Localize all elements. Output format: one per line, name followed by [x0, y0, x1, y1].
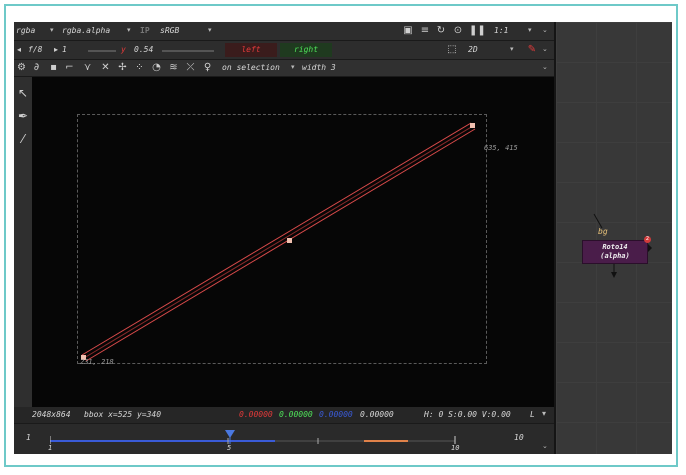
viewer-tool-column: ↖ ✒ ⁄	[14, 77, 32, 407]
fstop-value[interactable]: f/8	[28, 45, 42, 55]
view-mode-dropdown[interactable]: 2D	[468, 45, 478, 55]
chevron-down-icon[interactable]: ▾	[291, 63, 295, 71]
roto14-node[interactable]: Roto14 (alpha)	[582, 240, 648, 264]
pixel-hsv-value: H: 0 S:0.00 V:0.00	[424, 410, 511, 419]
collapse-icon[interactable]: ⌄	[542, 63, 548, 71]
zoom-dropdown[interactable]: 1:1	[494, 26, 508, 36]
visibility-icon[interactable]: ◔	[151, 62, 162, 74]
plus-point-icon[interactable]: ✢	[117, 62, 128, 74]
viewer-toolbar-second: ◂ f/8 ▸ 1 y 0.54 left right ⬚ 2D ▾ ✎ ⌄	[14, 41, 554, 60]
collapse-icon[interactable]: ▾	[542, 409, 546, 418]
chevron-down-icon[interactable]: ▾	[208, 26, 212, 34]
collapse-icon[interactable]: ⌄	[542, 442, 548, 450]
pin-icon[interactable]: ♀	[202, 62, 213, 74]
node-subtitle: (alpha)	[600, 252, 630, 260]
timeline-end-field[interactable]: 10	[514, 433, 524, 443]
stroke-width-field[interactable]: width 3	[302, 63, 336, 73]
arrow-right-icon[interactable]: ▸	[52, 44, 60, 56]
roto-point-end[interactable]	[470, 123, 475, 128]
chevron-down-icon[interactable]: ◂	[14, 44, 24, 56]
cusp-icon[interactable]: ⋎	[82, 62, 93, 74]
link-icon[interactable]: ∂	[31, 62, 42, 74]
viewer-panel: rgba ▾ rgba.alpha ▾ IP sRGB ▾ ▣ ≡ ↻ ⊙ ❚❚…	[14, 22, 554, 454]
transform-icon[interactable]: ⤫	[185, 62, 196, 74]
roto-point-mid[interactable]	[287, 238, 292, 243]
smooth-icon[interactable]: ✕	[100, 62, 111, 74]
pause-icon[interactable]: ❚❚	[469, 25, 486, 37]
roto-stroke-outline-b	[85, 128, 476, 362]
viewer-canvas[interactable]: 635, 415 231, 218	[32, 77, 554, 407]
timeline-track[interactable]	[50, 424, 480, 454]
roto-stroke-center	[83, 125, 474, 359]
timeline-label-1: 1	[48, 444, 53, 452]
timeline-label-10: 10	[451, 444, 460, 452]
luminance-label: L	[530, 410, 535, 419]
chevron-down-icon[interactable]: ▾	[528, 26, 532, 34]
roto-stroke-shape[interactable]	[81, 122, 476, 362]
curve-icon[interactable]: ⌐	[64, 62, 75, 74]
bg-input-pipe	[593, 213, 603, 229]
channel-select-dropdown[interactable]: rgba.alpha	[62, 26, 110, 36]
right-view-button[interactable]: right	[280, 43, 332, 57]
pixel-alpha-value: 0.00000	[360, 410, 394, 419]
ip-button[interactable]: IP	[140, 26, 150, 36]
colorspace-dropdown[interactable]: sRGB	[160, 26, 179, 36]
collapse-icon[interactable]: ⌄	[542, 45, 548, 53]
pixel-blue-value: 0.00000	[319, 410, 353, 419]
remove-point-icon[interactable]: ⁘	[134, 62, 145, 74]
chevron-down-icon[interactable]: ▾	[510, 45, 514, 53]
roi-icon[interactable]: ⬚	[446, 44, 458, 56]
bezier-pen-icon[interactable]: ✒	[16, 110, 30, 122]
monitor-icon[interactable]: ▣	[402, 25, 414, 37]
pixel-red-value: 0.00000	[239, 410, 273, 419]
chevron-down-icon[interactable]: ▾	[50, 26, 54, 34]
output-arrow-icon	[611, 272, 617, 278]
pixel-green-value: 0.00000	[279, 410, 313, 419]
timeline-start-field[interactable]: 1	[26, 433, 31, 443]
gear-icon[interactable]: ⚙	[16, 62, 27, 74]
frame-value[interactable]: 1	[62, 45, 67, 55]
target-icon[interactable]: ⊙	[452, 25, 464, 37]
gamma-slider[interactable]	[162, 50, 214, 52]
format-label: 2048x864	[32, 410, 71, 419]
list-icon[interactable]: ≡	[419, 25, 431, 37]
select-arrow-icon[interactable]: ↖	[16, 87, 30, 99]
channels-dropdown[interactable]: rgba	[16, 26, 35, 36]
left-view-button[interactable]: left	[225, 43, 277, 57]
viewer-toolbar-top: rgba ▾ rgba.alpha ▾ IP sRGB ▾ ▣ ≡ ↻ ⊙ ❚❚…	[14, 22, 554, 41]
node-graph-panel[interactable]: bg Roto14 (alpha) 2	[556, 22, 672, 454]
feather-icon[interactable]: ≋	[168, 62, 179, 74]
gamma-value[interactable]: 0.54	[134, 45, 153, 55]
node-warning-badge: 2	[644, 236, 651, 243]
exposure-slider[interactable]	[88, 50, 116, 52]
pencil-icon[interactable]: ✎	[527, 44, 537, 56]
refresh-icon[interactable]: ↻	[435, 25, 447, 37]
coord-top-right: 635, 415	[484, 144, 518, 152]
timeline-label-5: 5	[227, 444, 232, 452]
chevron-down-icon[interactable]: ▾	[127, 26, 131, 34]
gamma-label: y	[121, 45, 126, 54]
collapse-icon[interactable]: ⌄	[542, 26, 548, 34]
coord-bottom-left: 231, 218	[80, 358, 114, 366]
bbox-label: bbox x=525 y=340	[84, 410, 162, 419]
viewer-timeline: 1 1 5 10 10 ⌄	[14, 423, 554, 454]
stroke-mode-dropdown[interactable]: on selection	[222, 63, 280, 73]
viewer-status-bar: 2048x864 bbox x=525 y=340 0.00000 0.0000…	[14, 407, 554, 423]
node-title: Roto14	[602, 243, 628, 251]
nuke-app: rgba ▾ rgba.alpha ▾ IP sRGB ▾ ▣ ≡ ↻ ⊙ ❚❚…	[14, 22, 672, 454]
node-graph-connections	[593, 213, 652, 278]
roto-stroke-outline-a	[81, 122, 472, 356]
mask-input-arrow-icon	[648, 244, 652, 252]
roto-tool-settings: ⚙ ∂ ▪ ⌐ ⋎ ✕ ✢ ⁘ ◔ ≋ ⤫ ♀ on selection ▾ w…	[14, 60, 554, 77]
bg-input-label: bg	[598, 227, 608, 236]
lock-icon[interactable]: ▪	[48, 62, 59, 74]
brush-icon[interactable]: ⁄	[16, 133, 30, 145]
